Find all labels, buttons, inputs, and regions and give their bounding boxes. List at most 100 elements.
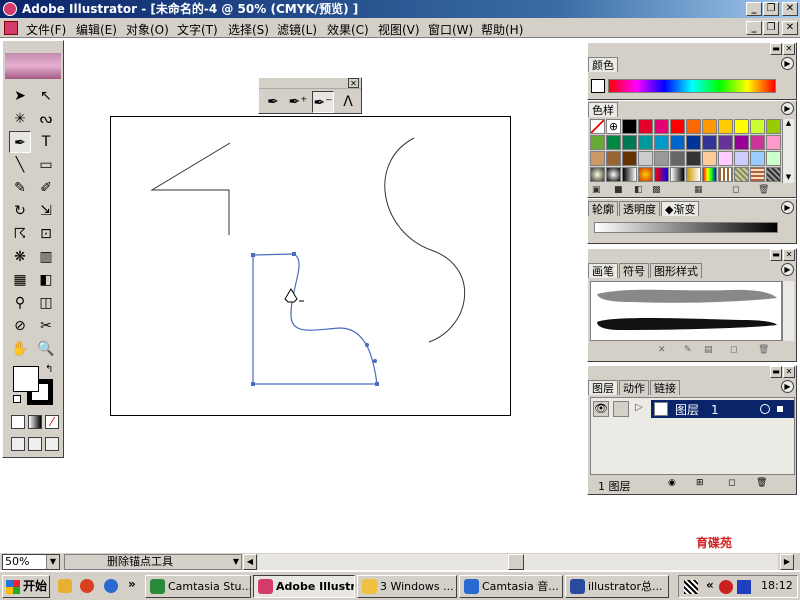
swatch[interactable] [670, 151, 685, 166]
menu-edit[interactable]: 编辑(E) [76, 21, 117, 38]
swatches-panel-menu-icon[interactable]: ▶ [781, 102, 794, 115]
delete-layer-icon[interactable]: 🗑 [756, 478, 767, 488]
tab-brushes[interactable]: 画笔 [588, 263, 618, 278]
status-tool-field[interactable]: 删除锚点工具 ▼ [64, 554, 242, 570]
default-colors-icon[interactable] [13, 395, 21, 403]
tray-play-icon[interactable] [737, 580, 751, 594]
doc-close-button[interactable]: ✕ [782, 21, 798, 35]
document-icon[interactable] [4, 21, 18, 35]
delete-brush-icon[interactable]: 🗑 [758, 345, 769, 355]
fill-swatch[interactable] [13, 366, 39, 392]
remove-brush-stroke-icon[interactable]: ✕ [658, 345, 666, 355]
status-dropdown-icon[interactable]: ▼ [233, 555, 239, 569]
menu-effect[interactable]: 效果(C) [327, 21, 369, 38]
zoom-dropdown-icon[interactable]: ▼ [46, 555, 59, 569]
brushes-panel-menu-icon[interactable]: ▶ [781, 263, 794, 276]
swap-fill-stroke-icon[interactable]: ↰ [45, 364, 53, 375]
type-tool-button[interactable]: T [35, 131, 57, 153]
panel-close-icon[interactable]: ✕ [783, 43, 795, 55]
pattern-swatch[interactable] [654, 167, 669, 182]
add-anchor-point-tool-button[interactable]: ✒⁺ [287, 91, 309, 113]
pattern-swatch[interactable] [590, 167, 605, 182]
quicklaunch-more-icon[interactable]: » [128, 577, 136, 591]
target-circle-icon[interactable] [760, 404, 770, 414]
warp-tool-button[interactable]: ☈ [9, 223, 31, 245]
pen-tool-button[interactable]: ✒ [9, 131, 31, 153]
brush-scrollbar[interactable] [782, 281, 794, 341]
delete-anchor-point-tool-button[interactable]: ✒⁻ [312, 91, 334, 113]
swatch[interactable] [622, 135, 637, 150]
paintbrush-tool-button[interactable]: ✎ [9, 177, 31, 199]
swatch[interactable] [734, 151, 749, 166]
gradient-mode-icon[interactable] [28, 415, 42, 429]
panel-close-icon[interactable]: ✕ [783, 249, 795, 261]
zoom-field[interactable]: 50% ▼ [2, 554, 60, 570]
artwork-canvas[interactable] [111, 117, 512, 417]
quicklaunch-messenger-icon[interactable] [58, 579, 72, 593]
artboard[interactable] [110, 116, 511, 416]
layer-highlight[interactable]: 图层 1 [651, 400, 794, 418]
horizontal-scrollbar-track[interactable] [258, 554, 778, 570]
panel-close-icon[interactable]: ✕ [783, 366, 795, 378]
gradient-panel-menu-icon[interactable]: ▶ [781, 201, 794, 214]
pattern-swatch[interactable] [766, 167, 781, 182]
lock-toggle[interactable] [613, 401, 629, 417]
eyedropper-tool-button[interactable]: ⚲ [9, 292, 31, 314]
none-color-icon[interactable] [591, 79, 605, 93]
color-panel-menu-icon[interactable]: ▶ [781, 57, 794, 70]
new-sublayer-icon[interactable]: ⊞ [696, 478, 704, 488]
swatch[interactable] [766, 119, 781, 134]
full-screen-mode-icon[interactable] [45, 437, 59, 451]
quicklaunch-media-icon[interactable] [80, 579, 94, 593]
swatch[interactable] [670, 135, 685, 150]
panel-titlebar[interactable]: ▬ ✕ [588, 249, 796, 261]
tab-graphic-styles[interactable]: 图形样式 [650, 263, 702, 278]
tab-stroke[interactable]: 轮廓 [588, 201, 618, 216]
swatch[interactable] [606, 135, 621, 150]
pattern-swatch[interactable] [686, 167, 701, 182]
menu-window[interactable]: 窗口(W) [428, 21, 473, 38]
doc-minimize-button[interactable]: _ [746, 21, 762, 35]
visibility-eye-icon[interactable]: 👁 [593, 401, 609, 417]
swatch[interactable] [734, 135, 749, 150]
swatch[interactable] [750, 119, 765, 134]
new-brush-icon[interactable]: ◻ [730, 345, 737, 355]
horizontal-scroll-thumb[interactable] [508, 554, 524, 570]
pen-tool-button[interactable]: ✒ [262, 91, 284, 113]
tab-layers[interactable]: 图层 [588, 380, 618, 395]
scroll-up-icon[interactable]: ▲ [783, 119, 794, 129]
toolbox-flower-logo[interactable] [5, 53, 61, 79]
swatch[interactable] [686, 119, 701, 134]
scroll-down-icon[interactable]: ▼ [783, 173, 794, 183]
pattern-swatch[interactable] [718, 167, 733, 182]
direct-selection-tool-button[interactable]: ↖ [35, 85, 57, 107]
tray-record-icon[interactable] [719, 580, 733, 594]
menu-file[interactable]: 文件(F) [26, 21, 66, 38]
pattern-swatch[interactable] [622, 167, 637, 182]
scale-tool-button[interactable]: ⇲ [35, 200, 57, 222]
tab-links[interactable]: 链接 [650, 380, 680, 395]
swatch[interactable] [686, 135, 701, 150]
start-button[interactable]: 开始 [2, 575, 50, 598]
swatch[interactable] [638, 119, 653, 134]
mesh-tool-button[interactable]: ▦ [9, 269, 31, 291]
swatch[interactable] [718, 135, 733, 150]
task-adobe-illustrator[interactable]: Adobe Illustr... [253, 575, 355, 598]
swatch[interactable] [734, 119, 749, 134]
swatch[interactable] [750, 151, 765, 166]
brush-options-icon[interactable]: ✎ [684, 345, 692, 355]
swatch[interactable] [702, 135, 717, 150]
swatch[interactable] [638, 135, 653, 150]
swatch[interactable] [750, 135, 765, 150]
panel-titlebar[interactable]: ▬ ✕ [588, 43, 796, 55]
pattern-swatch[interactable] [606, 167, 621, 182]
convert-anchor-point-tool-button[interactable]: ᐱ [337, 91, 359, 113]
full-screen-menu-mode-icon[interactable] [28, 437, 42, 451]
show-gradient-swatches-icon[interactable]: ◧ [634, 185, 643, 195]
new-layer-icon[interactable]: ◻ [728, 478, 735, 488]
palette-close-icon[interactable]: ✕ [348, 78, 359, 88]
quicklaunch-ie-icon[interactable] [104, 579, 118, 593]
column-graph-tool-button[interactable]: ▥ [35, 246, 57, 268]
scroll-left-button[interactable]: ◀ [243, 554, 257, 570]
close-button[interactable]: ✕ [782, 2, 798, 16]
